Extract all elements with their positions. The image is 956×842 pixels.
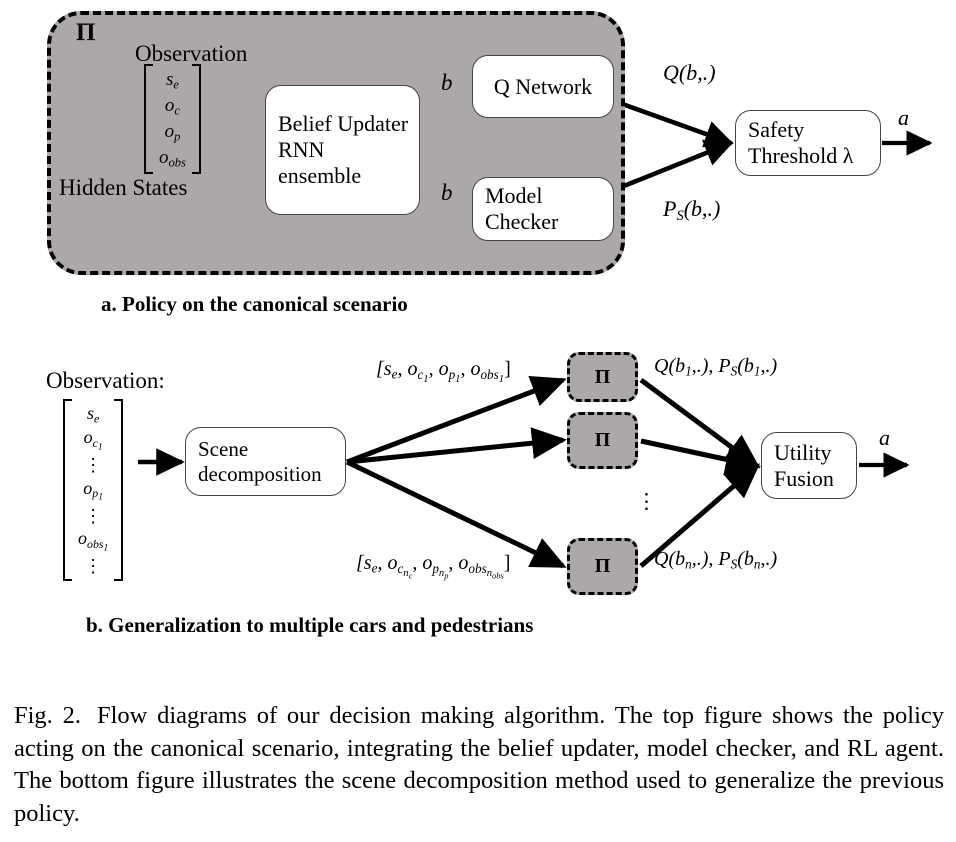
obs-vector-ellipsis: ⋮ xyxy=(84,455,103,476)
safety-probability-edge-label: PS(b,.) xyxy=(663,196,721,225)
bracket-left-icon xyxy=(144,64,153,175)
policy-symbol-label: Π xyxy=(594,429,611,451)
observation-vector-panel-a: se oc op oobs xyxy=(144,64,201,175)
figure-2-flow-diagrams: Π Observation se oc op oobs Hidden State… xyxy=(0,0,956,842)
bracket-left-icon xyxy=(63,399,72,582)
model-checker-line-1: Model xyxy=(485,183,543,209)
subcaption-panel-b: b. Generalization to multiple cars and p… xyxy=(86,613,534,637)
policy-symbol-label: Π xyxy=(594,555,611,577)
belief-edge-label-top: b xyxy=(441,70,453,95)
belief-edge-label-bottom: b xyxy=(441,180,453,205)
obs-vector-row: op xyxy=(164,121,181,144)
obs-vector-ellipsis: ⋮ xyxy=(84,556,103,577)
obs-vector-row: oobs xyxy=(159,147,186,170)
policy-instance-box-1: Π xyxy=(567,352,638,402)
utility-fusion-line-2: Fusion xyxy=(774,465,834,491)
arrow-q-network-to-safety-threshold xyxy=(613,98,734,148)
action-output-label-panel-b: a xyxy=(879,425,890,450)
q-value-edge-label: Q(b,.) xyxy=(663,60,716,85)
policy-symbol-label: Π xyxy=(594,365,611,388)
scene-decomposition-line-2: decomposition xyxy=(198,461,322,486)
scene-decomposition-line-1: Scene xyxy=(198,436,249,461)
arrow-scene-decomposition-to-pi-2 xyxy=(346,427,567,465)
decomposed-observation-label-first: [se, oc1, op1, oobs1] xyxy=(376,358,511,385)
figure-caption-text: Flow diagrams of our decision making alg… xyxy=(14,702,944,827)
utility-edge-label-first: Q(b1,.), PS(b1,.) xyxy=(654,355,778,379)
policy-instances-ellipsis: ⋮ xyxy=(636,489,657,513)
obs-vector-row: se xyxy=(86,403,100,426)
arrow-scene-decomposition-to-pi-n xyxy=(345,459,567,569)
observation-label-panel-b: Observation: xyxy=(46,368,165,393)
belief-updater-line-2: RNN xyxy=(278,137,325,163)
obs-vector-row: se xyxy=(165,69,179,92)
action-output-label-panel-a: a xyxy=(898,105,909,130)
safety-threshold-line-2: Threshold λ xyxy=(748,143,854,168)
arrow-model-checker-to-safety-threshold xyxy=(613,139,734,193)
policy-symbol-label: Π xyxy=(76,19,96,46)
obs-vector-row: op1 xyxy=(83,477,103,503)
belief-updater-line-1: Belief Updater xyxy=(278,111,409,137)
utility-fusion-box: Utility Fusion xyxy=(761,432,857,499)
arrow-pi-2-to-utility-fusion xyxy=(640,438,761,476)
arrow-pi-1-to-utility-fusion xyxy=(639,377,761,469)
scene-decomposition-box: Scene decomposition xyxy=(185,427,346,496)
arrow-scene-decomposition-to-pi-1 xyxy=(346,376,567,465)
bracket-right-icon xyxy=(114,399,124,582)
q-network-label: Q Network xyxy=(493,73,593,99)
obs-vector-row: oobs1 xyxy=(78,528,109,554)
subcaption-panel-a: a. Policy on the canonical scenario xyxy=(101,292,408,316)
decomposed-observation-label-last: [se, ocnc, opnp, oobsnobs] xyxy=(356,552,511,580)
belief-updater-line-3: ensemble xyxy=(278,162,362,188)
figure-caption: Fig. 2. Flow diagrams of our decision mak… xyxy=(14,700,944,830)
observation-vector-panel-b: se oc1 ⋮ op1 ⋮ oobs1 ⋮ xyxy=(63,399,124,582)
q-network-box: Q Network xyxy=(472,55,614,118)
model-checker-box: Model Checker xyxy=(472,177,614,241)
model-checker-line-2: Checker xyxy=(485,209,559,234)
obs-vector-row: oc1 xyxy=(83,427,103,453)
obs-vector-ellipsis: ⋮ xyxy=(84,505,103,526)
utility-fusion-line-1: Utility xyxy=(774,439,832,465)
hidden-states-label: Hidden States xyxy=(59,175,188,200)
figure-caption-label: Fig. 2. xyxy=(14,702,81,729)
utility-edge-label-last: Q(bn,.), PS(bn,.) xyxy=(654,548,778,572)
policy-instance-box-n: Π xyxy=(567,538,638,595)
bracket-right-icon xyxy=(191,64,201,175)
belief-updater-box: Belief Updater RNN ensemble xyxy=(265,85,420,215)
obs-vector-row: oc xyxy=(164,95,180,118)
policy-instance-box-2: Π xyxy=(567,412,638,469)
safety-threshold-box: Safety Threshold λ xyxy=(735,110,881,176)
safety-threshold-line-1: Safety xyxy=(748,117,805,143)
